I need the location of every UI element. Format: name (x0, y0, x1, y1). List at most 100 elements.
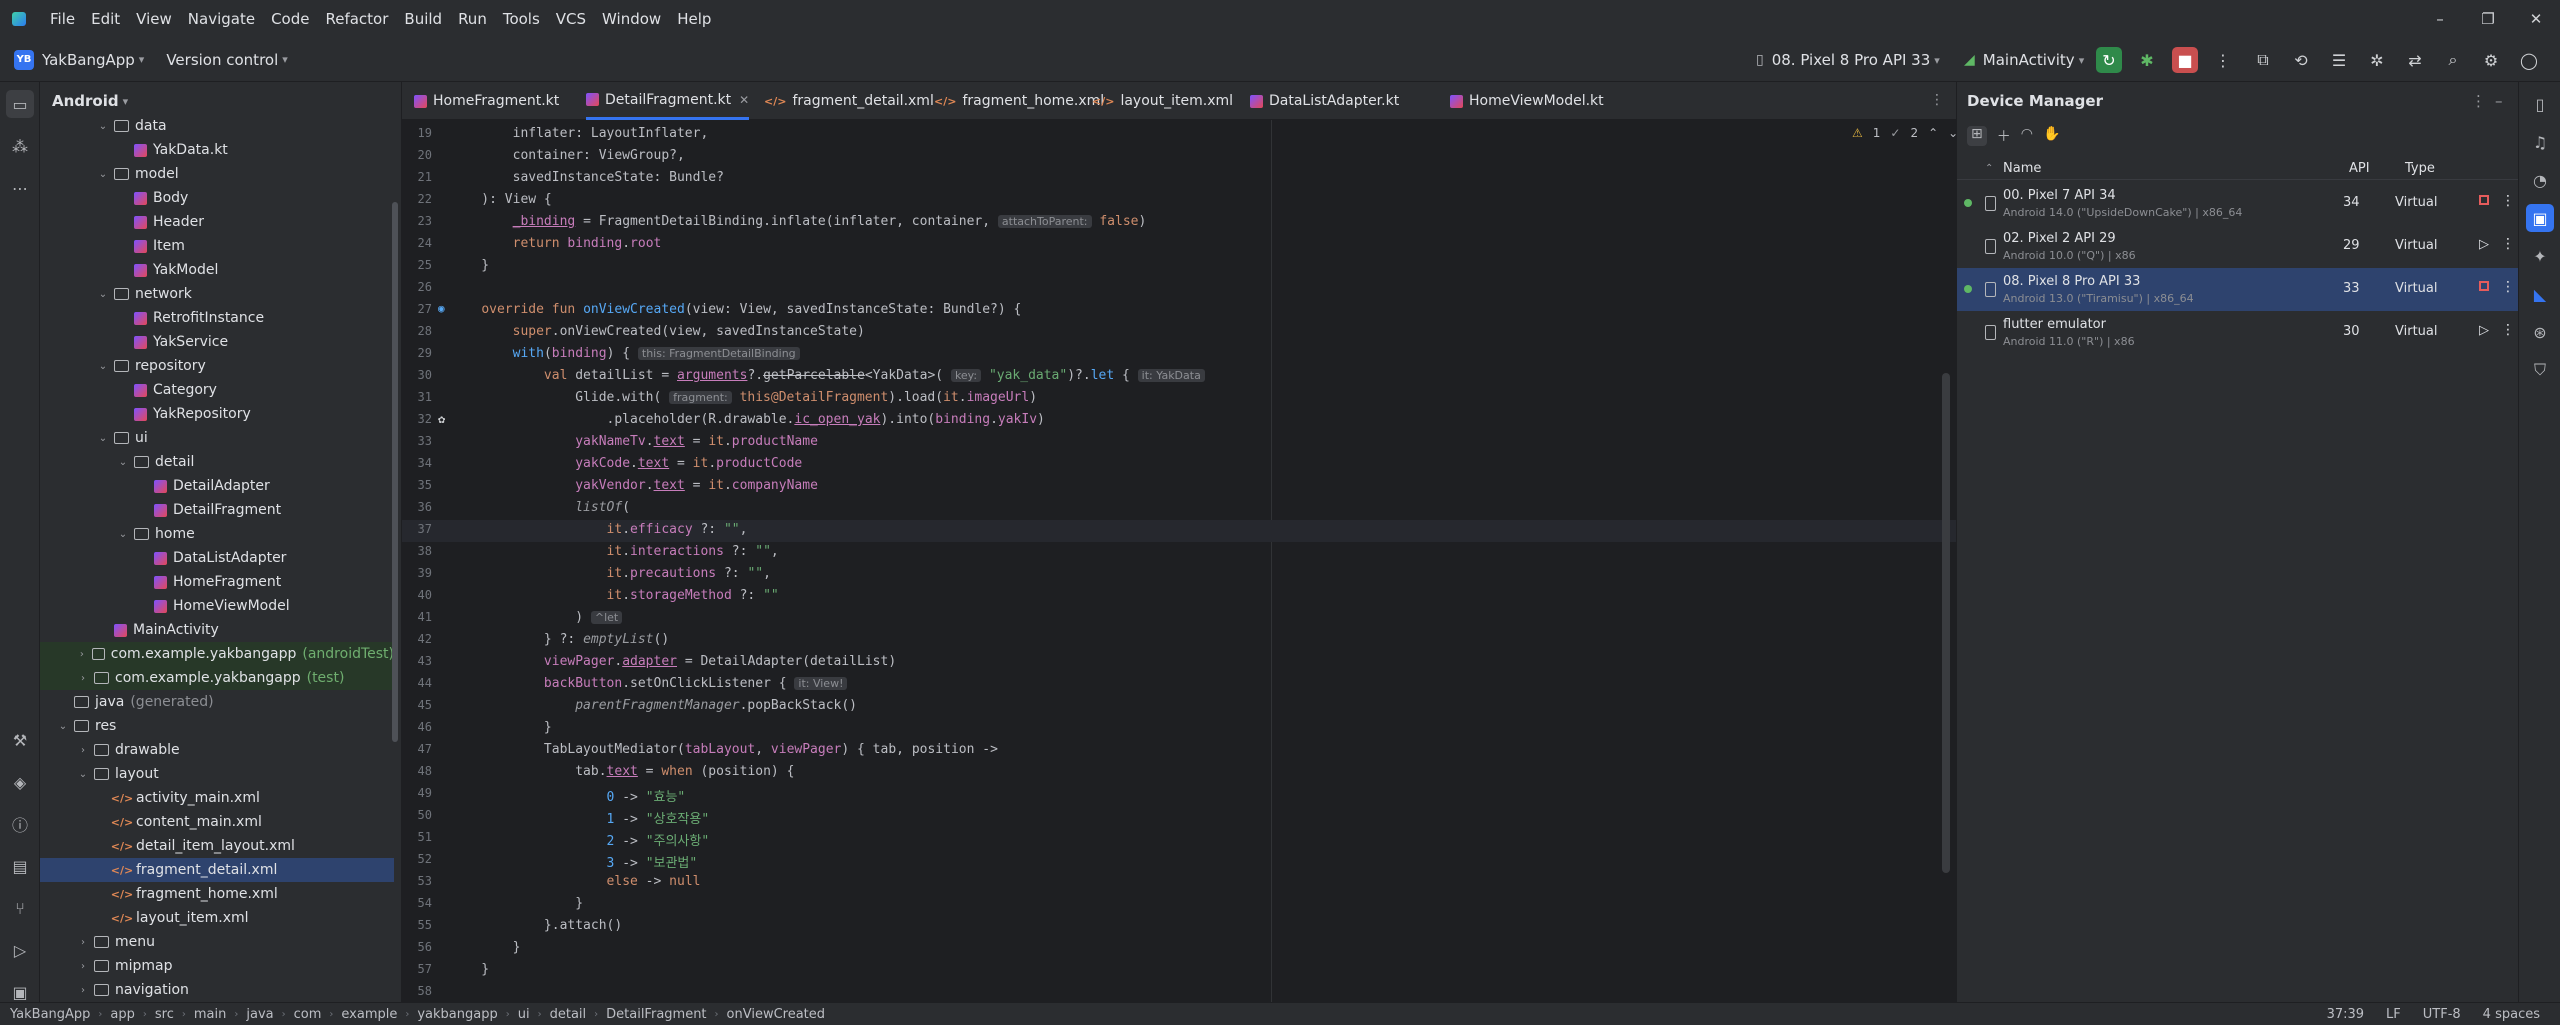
code-line[interactable]: with(binding) { this: FragmentDetailBind… (450, 346, 800, 361)
editor-tab[interactable]: HomeViewModel.kt (1450, 82, 1604, 120)
tree-item[interactable]: ⌄ layout (40, 762, 394, 786)
tree-item[interactable]: Header (40, 210, 394, 234)
menu-view[interactable]: View (128, 10, 180, 28)
device-more-icon[interactable]: ⋮ (2501, 193, 2515, 209)
code-line[interactable]: viewPager.adapter = DetailAdapter(detail… (450, 654, 896, 669)
menu-vcs[interactable]: VCS (548, 10, 594, 28)
menu-build[interactable]: Build (396, 10, 450, 28)
code-line[interactable]: container: ViewGroup?, (450, 148, 685, 163)
bug-icon[interactable]: ✲ (2364, 47, 2390, 73)
code-line[interactable]: listOf( (450, 500, 630, 515)
minimize-icon[interactable]: – (2416, 10, 2464, 28)
code-line[interactable]: else -> null (450, 874, 701, 889)
code-editor[interactable]: ⚠ 1 ✓ 2 ⌃ ⌄ 19 inflater: LayoutInflater,… (402, 120, 2354, 1002)
terminal-icon[interactable]: ▤ (6, 852, 34, 880)
code-line[interactable]: 1 -> "상호작용" (450, 808, 710, 827)
menu-code[interactable]: Code (263, 10, 317, 28)
project-scrollbar[interactable] (392, 202, 398, 742)
tree-item[interactable]: Item (40, 234, 394, 258)
tree-item[interactable]: Category (40, 378, 394, 402)
code-line[interactable]: } (450, 258, 489, 273)
stop-device-icon[interactable] (2479, 194, 2489, 209)
column-api[interactable]: API (2349, 161, 2370, 176)
tree-item[interactable]: ⌄ network (40, 282, 394, 306)
code-line[interactable]: .placeholder(R.drawable.ic_open_yak).int… (450, 412, 1045, 427)
editor-tab[interactable]: DetailFragment.kt ✕ (586, 82, 750, 120)
tree-item[interactable]: YakService (40, 330, 394, 354)
breadcrumb-item[interactable]: main (194, 1007, 226, 1022)
cursor-position[interactable]: 37:39 (2327, 1007, 2364, 1022)
tree-item[interactable]: DetailFragment (40, 498, 394, 522)
indent-setting[interactable]: 4 spaces (2483, 1007, 2540, 1022)
code-line[interactable]: }.attach() (450, 918, 622, 933)
tree-item[interactable]: ⌄ res (40, 714, 394, 738)
resource-manager-icon[interactable]: ⁂ (6, 132, 34, 160)
chevron-right-icon[interactable]: › (76, 985, 90, 996)
code-line[interactable]: yakCode.text = it.productCode (450, 456, 802, 471)
more-icon[interactable]: ⋮ (2210, 47, 2236, 73)
tree-item[interactable]: </> layout_item.xml (40, 906, 394, 930)
code-line[interactable]: backButton.setOnClickListener { it: View… (450, 676, 848, 691)
gemini-icon[interactable]: ✦ (2526, 242, 2554, 270)
menu-help[interactable]: Help (669, 10, 719, 28)
tree-item[interactable]: ⌄ ui (40, 426, 394, 450)
code-line[interactable]: it.storageMethod ?: "" (450, 588, 779, 603)
breadcrumb-item[interactable]: yakbangapp (417, 1007, 497, 1022)
chevron-down-icon[interactable]: ⌄ (116, 529, 130, 540)
code-line[interactable]: Glide.with( fragment: this@DetailFragmen… (450, 390, 1037, 405)
editor-tab[interactable]: </> layout_item.xml (1092, 82, 1233, 120)
search-icon[interactable]: ⌕ (2440, 47, 2466, 73)
build-icon[interactable]: ⚒ (6, 726, 34, 754)
device-row[interactable]: 08. Pixel 8 Pro API 33 Android 13.0 ("Tir… (1957, 268, 2519, 311)
column-name[interactable]: Name (2003, 161, 2041, 176)
chevron-right-icon[interactable]: › (76, 649, 88, 660)
tree-item[interactable]: Body (40, 186, 394, 210)
breadcrumb-item[interactable]: app (110, 1007, 134, 1022)
breadcrumb-item[interactable]: com (294, 1007, 322, 1022)
chevron-down-icon[interactable]: ⌄ (96, 361, 110, 372)
tree-item[interactable]: DataListAdapter (40, 546, 394, 570)
chevron-right-icon[interactable]: › (76, 937, 90, 948)
code-line[interactable]: 2 -> "주의사항" (450, 830, 710, 849)
close-icon[interactable]: ✕ (2512, 10, 2560, 28)
code-line[interactable]: 3 -> "보관법" (450, 852, 698, 871)
breadcrumb-item[interactable]: example (341, 1007, 397, 1022)
tree-item[interactable]: › com.example.yakbangapp (test) (40, 666, 394, 690)
code-line[interactable]: savedInstanceState: Bundle? (450, 170, 724, 185)
code-line[interactable]: yakNameTv.text = it.productName (450, 434, 818, 449)
hand-icon[interactable]: ✋ (2043, 126, 2060, 146)
breadcrumb-item[interactable]: ui (518, 1007, 530, 1022)
add-device-icon[interactable]: ＋ (1997, 126, 2011, 146)
code-line[interactable]: } (450, 962, 489, 977)
breadcrumb-item[interactable]: detail (550, 1007, 587, 1022)
editor-tab[interactable]: </> fragment_detail.xml (764, 82, 934, 120)
tree-item[interactable]: YakData.kt (40, 138, 394, 162)
device-row[interactable]: 02. Pixel 2 API 29 Android 10.0 ("Q") | x… (1957, 225, 2519, 268)
code-line[interactable]: it.precautions ?: "", (450, 566, 771, 581)
layout-inspector-icon[interactable]: ☰ (2326, 47, 2352, 73)
code-line[interactable]: } (450, 940, 521, 955)
git-icon[interactable]: ⑂ (6, 894, 34, 922)
chevron-right-icon[interactable]: › (76, 673, 90, 684)
tree-item[interactable]: RetrofitInstance (40, 306, 394, 330)
column-type[interactable]: Type (2405, 161, 2435, 176)
chevron-down-icon[interactable]: ⌄ (56, 721, 70, 732)
code-line[interactable]: it.interactions ?: "", (450, 544, 779, 559)
file-encoding[interactable]: UTF-8 (2423, 1007, 2461, 1022)
code-line[interactable]: ) ^let (450, 610, 623, 625)
menu-run[interactable]: Run (450, 10, 495, 28)
tree-item[interactable]: ⌄ home (40, 522, 394, 546)
run-config-selector[interactable]: ◢ MainActivity ▾ (1964, 38, 2084, 82)
breadcrumb-item[interactable]: onViewCreated (727, 1007, 826, 1022)
project-view-selector[interactable]: Android (52, 92, 119, 110)
tree-item[interactable]: MainActivity (40, 618, 394, 642)
play-device-icon[interactable]: ▷ (2479, 237, 2489, 252)
code-line[interactable]: super.onViewCreated(view, savedInstanceS… (450, 324, 865, 339)
device-more-icon[interactable]: ⋮ (2501, 279, 2515, 295)
code-line[interactable]: } (450, 720, 552, 735)
device-selector[interactable]: ▯ 08. Pixel 8 Pro API 33 ▾ (1756, 38, 1940, 82)
inspection-widget[interactable]: ⚠ 1 ✓ 2 ⌃ ⌄ (1852, 126, 1958, 140)
glide-gutter-icon[interactable]: ✿ (438, 412, 445, 426)
tree-item[interactable]: java (generated) (40, 690, 394, 714)
notifications-icon[interactable]: ▯ (2526, 90, 2554, 118)
